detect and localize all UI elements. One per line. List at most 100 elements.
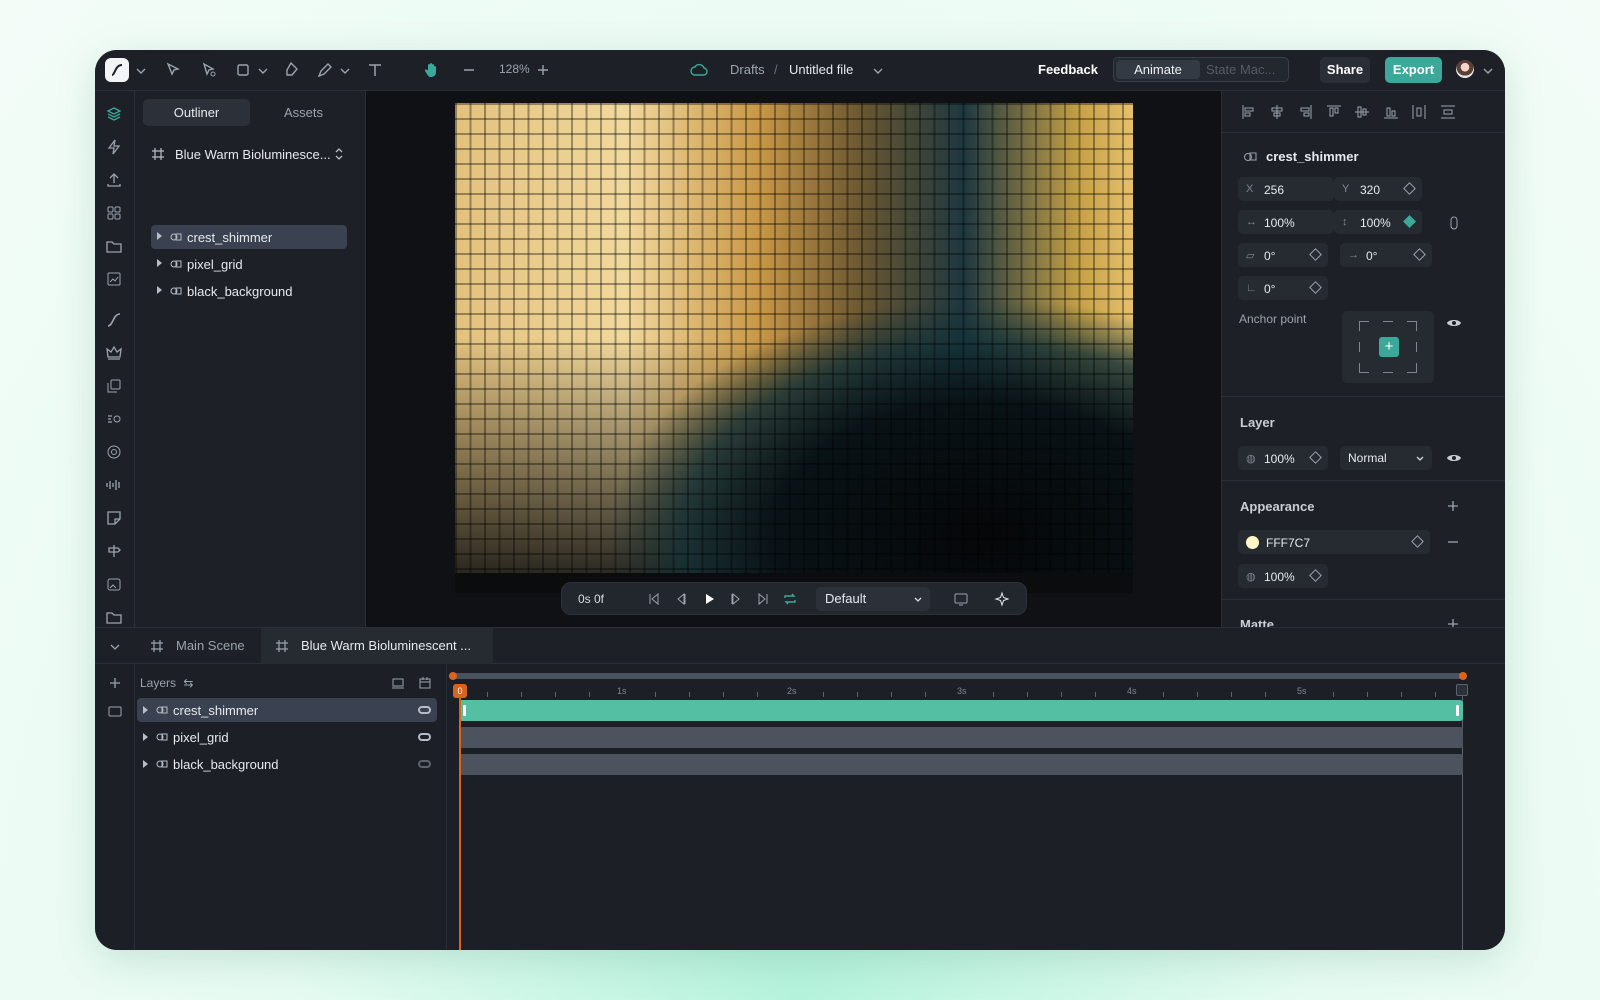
layer-opacity-field[interactable]: ◍ 100% bbox=[1238, 446, 1328, 470]
y-position-field[interactable]: Y 320 bbox=[1334, 177, 1422, 201]
chevron-down-icon[interactable] bbox=[253, 60, 268, 80]
tab-outliner[interactable]: Outliner bbox=[143, 99, 250, 126]
lightning-icon[interactable] bbox=[105, 138, 125, 158]
step-forward-icon[interactable] bbox=[728, 591, 744, 607]
chevron-down-icon[interactable] bbox=[335, 60, 350, 80]
align-left-icon[interactable] bbox=[1240, 103, 1258, 121]
canvas[interactable]: 0s 0f Default bbox=[366, 91, 1221, 627]
calendar-icon[interactable] bbox=[418, 676, 432, 690]
rotation-field[interactable]: → 0° bbox=[1340, 243, 1432, 267]
pen-tool-icon[interactable] bbox=[281, 60, 301, 80]
swap-icon[interactable]: ⇆ bbox=[183, 676, 193, 690]
anchor-left[interactable] bbox=[1359, 342, 1369, 352]
keyframe-diamond-icon[interactable] bbox=[1309, 248, 1322, 261]
present-icon[interactable] bbox=[953, 591, 969, 607]
keyframe-diamond-icon[interactable] bbox=[1411, 535, 1424, 548]
anchor-top-right[interactable] bbox=[1407, 321, 1417, 331]
skew-field[interactable]: ▱ 0° bbox=[1238, 243, 1328, 267]
caret-right-icon[interactable] bbox=[157, 232, 162, 240]
work-area-start-handle[interactable] bbox=[449, 672, 457, 680]
anchor-right[interactable] bbox=[1407, 342, 1417, 352]
animate-mode-tab[interactable]: Animate bbox=[1116, 60, 1200, 79]
duplicate-icon[interactable] bbox=[105, 377, 125, 397]
sticker-icon[interactable] bbox=[105, 509, 125, 529]
distribute-vertical-icon[interactable] bbox=[1439, 103, 1457, 121]
remove-icon[interactable] bbox=[1446, 535, 1460, 549]
track-bar-black-background[interactable] bbox=[459, 754, 1463, 775]
export-button[interactable]: Export bbox=[1385, 57, 1442, 83]
track-bar-crest-shimmer[interactable] bbox=[459, 700, 1463, 721]
chart-icon[interactable] bbox=[105, 270, 125, 290]
layer-row-crest-shimmer[interactable]: crest_shimmer bbox=[137, 698, 437, 722]
feedback-button[interactable]: Feedback bbox=[1038, 62, 1098, 77]
curve-icon[interactable] bbox=[105, 311, 125, 331]
app-logo[interactable] bbox=[105, 58, 129, 82]
layer-row-pixel-grid[interactable]: pixel_grid bbox=[137, 725, 437, 749]
chevron-down-icon[interactable] bbox=[109, 641, 121, 653]
pencil-tool-icon[interactable] bbox=[315, 60, 335, 80]
select-tool-icon[interactable] bbox=[163, 60, 183, 80]
hand-tool-icon[interactable] bbox=[422, 60, 442, 80]
align-right-icon[interactable] bbox=[1296, 103, 1314, 121]
tab-composition[interactable]: Blue Warm Bioluminescent ... bbox=[261, 628, 493, 664]
upload-icon[interactable] bbox=[105, 171, 125, 191]
folder-icon[interactable] bbox=[105, 237, 125, 257]
avatar[interactable] bbox=[1456, 60, 1474, 78]
chevron-down-icon[interactable] bbox=[1478, 60, 1493, 80]
outliner-item-black-background[interactable]: black_background bbox=[151, 279, 347, 303]
skew-axis-field[interactable]: ∟ 0° bbox=[1238, 276, 1328, 300]
screen-icon[interactable] bbox=[391, 676, 405, 690]
align-center-h-icon[interactable] bbox=[1268, 103, 1286, 121]
timeline-tracks[interactable]: 1s 2s 3s 4s 5s 0 bbox=[447, 664, 1487, 950]
caret-right-icon[interactable] bbox=[143, 733, 148, 741]
waveform-icon[interactable] bbox=[105, 476, 125, 496]
fill-opacity-field[interactable]: ◍ 100% bbox=[1238, 564, 1328, 588]
add-icon[interactable] bbox=[1446, 499, 1460, 513]
folder-open-icon[interactable] bbox=[105, 608, 125, 628]
anchor-bottom[interactable] bbox=[1383, 363, 1393, 373]
link-proportions-icon[interactable] bbox=[1448, 215, 1460, 231]
skip-start-icon[interactable] bbox=[646, 591, 662, 607]
fill-color-field[interactable]: FFF7C7 bbox=[1238, 530, 1430, 554]
components-icon[interactable] bbox=[105, 204, 125, 224]
loop-icon[interactable] bbox=[782, 591, 798, 607]
link-icon[interactable] bbox=[418, 760, 431, 768]
outliner-item-pixel-grid[interactable]: pixel_grid bbox=[151, 252, 347, 276]
anchor-point-grid[interactable]: + bbox=[1342, 311, 1434, 383]
breadcrumb-folder[interactable]: Drafts bbox=[730, 62, 765, 77]
image-sparkle-icon[interactable] bbox=[105, 575, 125, 595]
work-area-bar[interactable] bbox=[449, 672, 1467, 680]
rectangle-tool-icon[interactable] bbox=[233, 60, 253, 80]
link-icon[interactable] bbox=[418, 706, 431, 714]
playhead[interactable]: 0 bbox=[453, 684, 467, 698]
file-name[interactable]: Untitled file bbox=[789, 62, 853, 77]
align-center-v-icon[interactable] bbox=[1353, 103, 1371, 121]
step-back-icon[interactable] bbox=[673, 591, 689, 607]
text-tool-icon[interactable] bbox=[365, 60, 385, 80]
work-area-end-handle[interactable] bbox=[1459, 672, 1467, 680]
anchor-top-left[interactable] bbox=[1359, 321, 1369, 331]
node-select-icon[interactable] bbox=[199, 60, 219, 80]
play-icon[interactable] bbox=[701, 591, 717, 607]
signpost-icon[interactable] bbox=[105, 542, 125, 562]
blend-mode-dropdown[interactable]: Normal bbox=[1340, 446, 1432, 470]
composition-selector[interactable]: Blue Warm Bioluminesce... bbox=[151, 145, 351, 165]
width-scale-field[interactable]: ↔ 100% bbox=[1238, 210, 1334, 234]
caret-right-icon[interactable] bbox=[143, 706, 148, 714]
fill-color-swatch[interactable] bbox=[1246, 536, 1259, 549]
preset-dropdown[interactable]: Default bbox=[816, 587, 930, 611]
keyframe-diamond-icon[interactable] bbox=[1309, 451, 1322, 464]
anchor-center[interactable]: + bbox=[1379, 337, 1399, 357]
zoom-out-icon[interactable] bbox=[459, 60, 479, 80]
add-icon[interactable] bbox=[108, 676, 122, 690]
chevron-down-icon[interactable] bbox=[868, 60, 883, 80]
keyframe-diamond-icon[interactable] bbox=[1413, 248, 1426, 261]
zoom-level[interactable]: 128% bbox=[499, 62, 530, 76]
add-icon[interactable] bbox=[1446, 617, 1460, 627]
zoom-in-icon[interactable] bbox=[533, 60, 553, 80]
share-button[interactable]: Share bbox=[1320, 57, 1370, 83]
layer-row-black-background[interactable]: black_background bbox=[137, 752, 437, 776]
folder-icon[interactable] bbox=[108, 704, 122, 718]
outliner-item-crest-shimmer[interactable]: crest_shimmer bbox=[151, 225, 347, 249]
tab-main-scene[interactable]: Main Scene bbox=[136, 628, 261, 664]
